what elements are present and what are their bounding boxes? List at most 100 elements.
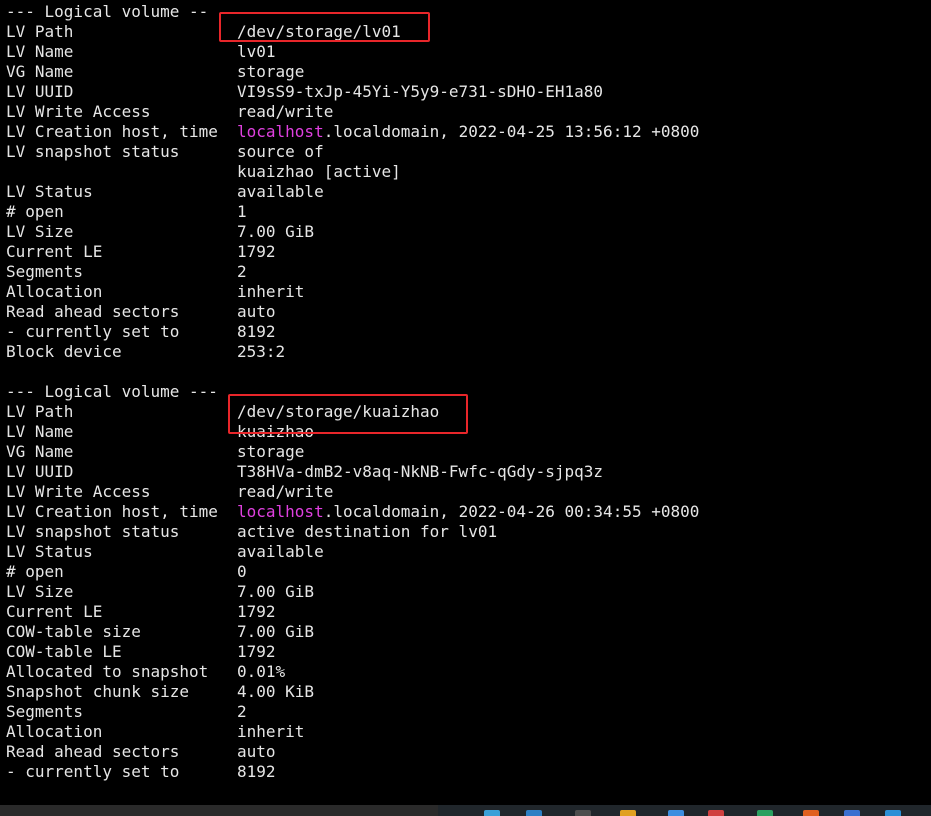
field-value: 1792	[237, 242, 276, 261]
snapshot-chunk-size-row: Snapshot chunk size 4.00 KiB	[6, 682, 926, 702]
creation-time-text: .localdomain, 2022-04-25 13:56:12 +0800	[323, 122, 700, 141]
hostname-text: localhost	[237, 122, 324, 141]
field-label: - currently set to	[6, 762, 180, 781]
taskbar-left-area	[0, 805, 438, 816]
field-value: kuaizhao [active]	[237, 162, 401, 181]
current-le-row: Current LE 1792	[6, 242, 926, 262]
field-value: 2	[237, 702, 247, 721]
field-value: available	[237, 182, 324, 201]
field-value: localhost.localdomain, 2022-04-25 13:56:…	[237, 122, 699, 142]
taskbar-app-icon[interactable]	[885, 810, 901, 816]
field-value: storage	[237, 442, 305, 461]
highlight-box-kuaizhao-path	[228, 394, 468, 434]
field-value: VI9sS9-txJp-45Yi-Y5y9-e731-sDHO-EH1a80	[237, 82, 604, 101]
cow-table-size-row: COW-table size 7.00 GiB	[6, 622, 926, 642]
field-value: 0	[237, 562, 247, 581]
lv-name-row: LV Name lv01	[6, 42, 926, 62]
field-value: lv01	[237, 42, 276, 61]
field-label: # open	[6, 202, 64, 221]
segments-row: Segments 2	[6, 262, 926, 282]
volume-header-text: --- Logical volume ---	[6, 382, 218, 401]
field-label: Allocated to snapshot	[6, 662, 209, 681]
lv-size-row: LV Size 7.00 GiB	[6, 582, 926, 602]
current-le-row: Current LE 1792	[6, 602, 926, 622]
volume-header: --- Logical volume --	[6, 2, 926, 22]
field-label: LV Status	[6, 542, 93, 561]
field-label: LV Creation host, time	[6, 122, 218, 141]
lv-snapshot-status-row: LV snapshot status source of	[6, 142, 926, 162]
taskbar-app-icon[interactable]	[484, 810, 500, 816]
field-label: LV Path	[6, 402, 74, 421]
field-value: 253:2	[237, 342, 286, 361]
lv-creation-row: LV Creation host, time localhost.localdo…	[6, 122, 926, 142]
field-label: Read ahead sectors	[6, 302, 180, 321]
lv-write-access-row: LV Write Access read/write	[6, 102, 926, 122]
field-label: Block device	[6, 342, 122, 361]
field-label: LV Path	[6, 22, 74, 41]
taskbar-app-icon[interactable]	[620, 810, 636, 816]
field-value: active destination for lv01	[237, 522, 498, 541]
field-value: 8192	[237, 322, 276, 341]
field-value: localhost.localdomain, 2022-04-26 00:34:…	[237, 502, 699, 522]
terminal-output: --- Logical volume -- LV Path /dev/stora…	[6, 2, 926, 782]
field-label: LV Size	[6, 222, 74, 241]
taskbar-app-icon[interactable]	[668, 810, 684, 816]
taskbar-app-icon[interactable]	[708, 810, 724, 816]
field-label: Segments	[6, 262, 84, 281]
field-label: LV Name	[6, 422, 74, 441]
lv-write-access-row: LV Write Access read/write	[6, 482, 926, 502]
lv-uuid-row: LV UUID T38HVa-dmB2-v8aq-NkNB-Fwfc-qGdy-…	[6, 462, 926, 482]
block-device-row: Block device 253:2	[6, 342, 926, 362]
lv-creation-row: LV Creation host, time localhost.localdo…	[6, 502, 926, 522]
lv-status-row: LV Status available	[6, 542, 926, 562]
taskbar-app-icon[interactable]	[757, 810, 773, 816]
vg-name-row: VG Name storage	[6, 442, 926, 462]
field-value: 2	[237, 262, 247, 281]
field-label: Allocation	[6, 282, 103, 301]
field-value: read/write	[237, 482, 334, 501]
field-value: 1792	[237, 642, 276, 661]
field-label: LV Write Access	[6, 102, 151, 121]
currently-set-row: - currently set to 8192	[6, 762, 926, 782]
field-label: COW-table size	[6, 622, 141, 641]
open-count-row: # open 0	[6, 562, 926, 582]
field-value: auto	[237, 742, 276, 761]
taskbar-app-icon[interactable]	[844, 810, 860, 816]
taskbar-app-icon[interactable]	[575, 810, 591, 816]
field-label: Allocation	[6, 722, 103, 741]
field-label: VG Name	[6, 442, 74, 461]
field-label: Current LE	[6, 242, 103, 261]
allocated-to-snapshot-row: Allocated to snapshot 0.01%	[6, 662, 926, 682]
field-value: 7.00 GiB	[237, 222, 315, 241]
field-value: 8192	[237, 762, 276, 781]
lv-size-row: LV Size 7.00 GiB	[6, 222, 926, 242]
field-label: Snapshot chunk size	[6, 682, 190, 701]
field-value: source of	[237, 142, 324, 161]
field-label: LV snapshot status	[6, 522, 180, 541]
highlight-box-lv01-path	[219, 12, 430, 42]
allocation-row: Allocation inherit	[6, 722, 926, 742]
field-value: 4.00 KiB	[237, 682, 315, 701]
vg-name-row: VG Name storage	[6, 62, 926, 82]
open-count-row: # open 1	[6, 202, 926, 222]
field-value: available	[237, 542, 324, 561]
field-label: COW-table LE	[6, 642, 122, 661]
read-ahead-row: Read ahead sectors auto	[6, 742, 926, 762]
field-label: LV Write Access	[6, 482, 151, 501]
field-value: auto	[237, 302, 276, 321]
lv-path-row: LV Path /dev/storage/lv01	[6, 22, 926, 42]
field-label: Segments	[6, 702, 84, 721]
field-value: 7.00 GiB	[237, 622, 315, 641]
field-label: Read ahead sectors	[6, 742, 180, 761]
creation-time-text: .localdomain, 2022-04-26 00:34:55 +0800	[323, 502, 700, 521]
taskbar-app-icon[interactable]	[526, 810, 542, 816]
field-value: inherit	[237, 282, 305, 301]
segments-row: Segments 2	[6, 702, 926, 722]
field-value: 1792	[237, 602, 276, 621]
taskbar-app-icon[interactable]	[803, 810, 819, 816]
field-label: # open	[6, 562, 64, 581]
field-label: LV Name	[6, 42, 74, 61]
read-ahead-row: Read ahead sectors auto	[6, 302, 926, 322]
field-value: T38HVa-dmB2-v8aq-NkNB-Fwfc-qGdy-sjpq3z	[237, 462, 604, 481]
